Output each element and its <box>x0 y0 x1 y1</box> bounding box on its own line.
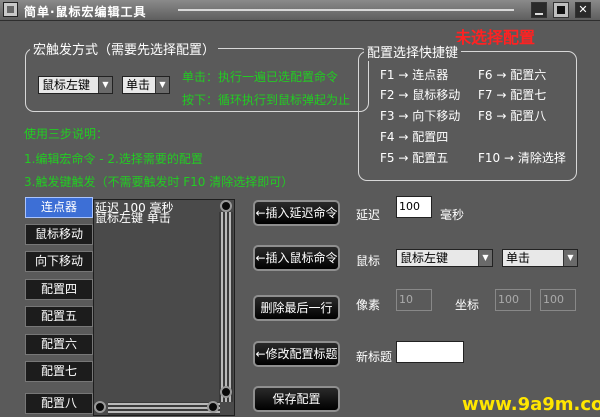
insert-delay-button[interactable]: ←插入延迟命令 <box>253 200 340 226</box>
shortcut-item: F1 → 连点器 <box>380 68 449 82</box>
trigger-mode-value: 单击 <box>126 78 151 92</box>
watermark: www.9a9m.com <box>462 394 600 415</box>
mouse-action-select[interactable]: 单击 ▼ <box>502 249 578 267</box>
config-shortcut-legend: 配置选择快捷键 <box>364 42 462 61</box>
shortcut-item: F3 → 向下移动 <box>380 109 461 123</box>
minimize-button[interactable] <box>531 2 547 18</box>
shortcut-item: F5 → 配置五 <box>380 151 449 165</box>
command-line[interactable]: 鼠标左键 单击 <box>95 209 171 226</box>
mouse-action-value: 单击 <box>506 251 531 265</box>
delay-input[interactable]: 100 <box>396 196 432 218</box>
usage-step-2: 3.触发键触发（不需要触发时 F10 清除选择即可） <box>24 175 294 189</box>
shortcut-item: F8 → 配置八 <box>478 109 547 123</box>
delay-unit: 毫秒 <box>440 208 465 222</box>
scroll-right-knob[interactable] <box>207 401 219 413</box>
scroll-down-knob[interactable] <box>220 386 232 398</box>
trigger-button-value: 鼠标左键 <box>42 78 91 92</box>
coord-y-input[interactable]: 100 <box>540 289 576 311</box>
new-title-input[interactable] <box>396 341 464 363</box>
coord-x-input[interactable]: 100 <box>495 289 531 311</box>
usage-title: 使用三步说明： <box>24 127 109 141</box>
scroll-up-knob[interactable] <box>220 200 232 212</box>
chevron-down-icon: ▼ <box>98 77 112 93</box>
app-icon <box>3 2 18 17</box>
maximize-button[interactable] <box>553 2 569 18</box>
status-text: 未选择配置 <box>455 28 536 47</box>
shortcut-item: F2 → 鼠标移动 <box>380 88 461 102</box>
title-divider <box>178 9 514 11</box>
config-button-8[interactable]: 配置八 <box>25 393 93 414</box>
config-button-5[interactable]: 配置五 <box>25 306 93 327</box>
usage-step-1: 1.编辑宏命令 - 2.选择需要的配置 <box>24 152 203 166</box>
chevron-down-icon: ▼ <box>155 77 169 93</box>
chevron-down-icon: ▼ <box>478 250 492 266</box>
command-listbox[interactable] <box>93 199 235 416</box>
shortcut-item: F7 → 配置七 <box>478 88 547 102</box>
shortcut-item: F10 → 清除选择 <box>478 151 566 165</box>
config-button-2[interactable]: 鼠标移动 <box>25 224 93 245</box>
macro-trigger-legend: 宏触发方式（需要先选择配置） <box>30 39 219 58</box>
pixel-input[interactable]: 10 <box>396 289 432 311</box>
trigger-button-select[interactable]: 鼠标左键 ▼ <box>38 76 113 94</box>
rename-config-button[interactable]: ←修改配置标题 <box>253 341 340 367</box>
insert-mouse-button[interactable]: ←插入鼠标命令 <box>253 245 340 271</box>
config-button-6[interactable]: 配置六 <box>25 334 93 355</box>
window-title: 简单·鼠标宏编辑工具 <box>24 5 147 19</box>
coord-label: 坐标 <box>455 298 480 312</box>
save-config-button[interactable]: 保存配置 <box>253 386 340 412</box>
shortcut-item: F6 → 配置六 <box>478 68 547 82</box>
mouse-button-select[interactable]: 鼠标左键 ▼ <box>396 249 493 267</box>
close-button[interactable]: ✕ <box>575 2 591 18</box>
delay-label: 延迟 <box>356 208 381 222</box>
config-button-7[interactable]: 配置七 <box>25 361 93 382</box>
horizontal-scrollbar[interactable] <box>108 402 220 415</box>
config-button-3[interactable]: 向下移动 <box>25 251 93 272</box>
new-title-label: 新标题 <box>356 350 393 364</box>
config-button-4[interactable]: 配置四 <box>25 279 93 300</box>
pixel-label: 像素 <box>356 298 381 312</box>
scroll-left-knob[interactable] <box>94 401 106 413</box>
shortcut-item: F4 → 配置四 <box>380 130 449 144</box>
mouse-button-value: 鼠标左键 <box>400 251 449 265</box>
delete-last-line-button[interactable]: 删除最后一行 <box>253 295 340 321</box>
vertical-scrollbar[interactable] <box>219 212 233 402</box>
chevron-down-icon: ▼ <box>563 250 577 266</box>
config-button-1[interactable]: 连点器 <box>25 197 93 218</box>
mouse-label: 鼠标 <box>356 254 381 268</box>
hint-click: 单击：执行一遍已选配置命令 <box>182 70 339 84</box>
hint-hold: 按下：循环执行到鼠标弹起为止 <box>182 93 351 107</box>
trigger-mode-select[interactable]: 单击 ▼ <box>122 76 170 94</box>
